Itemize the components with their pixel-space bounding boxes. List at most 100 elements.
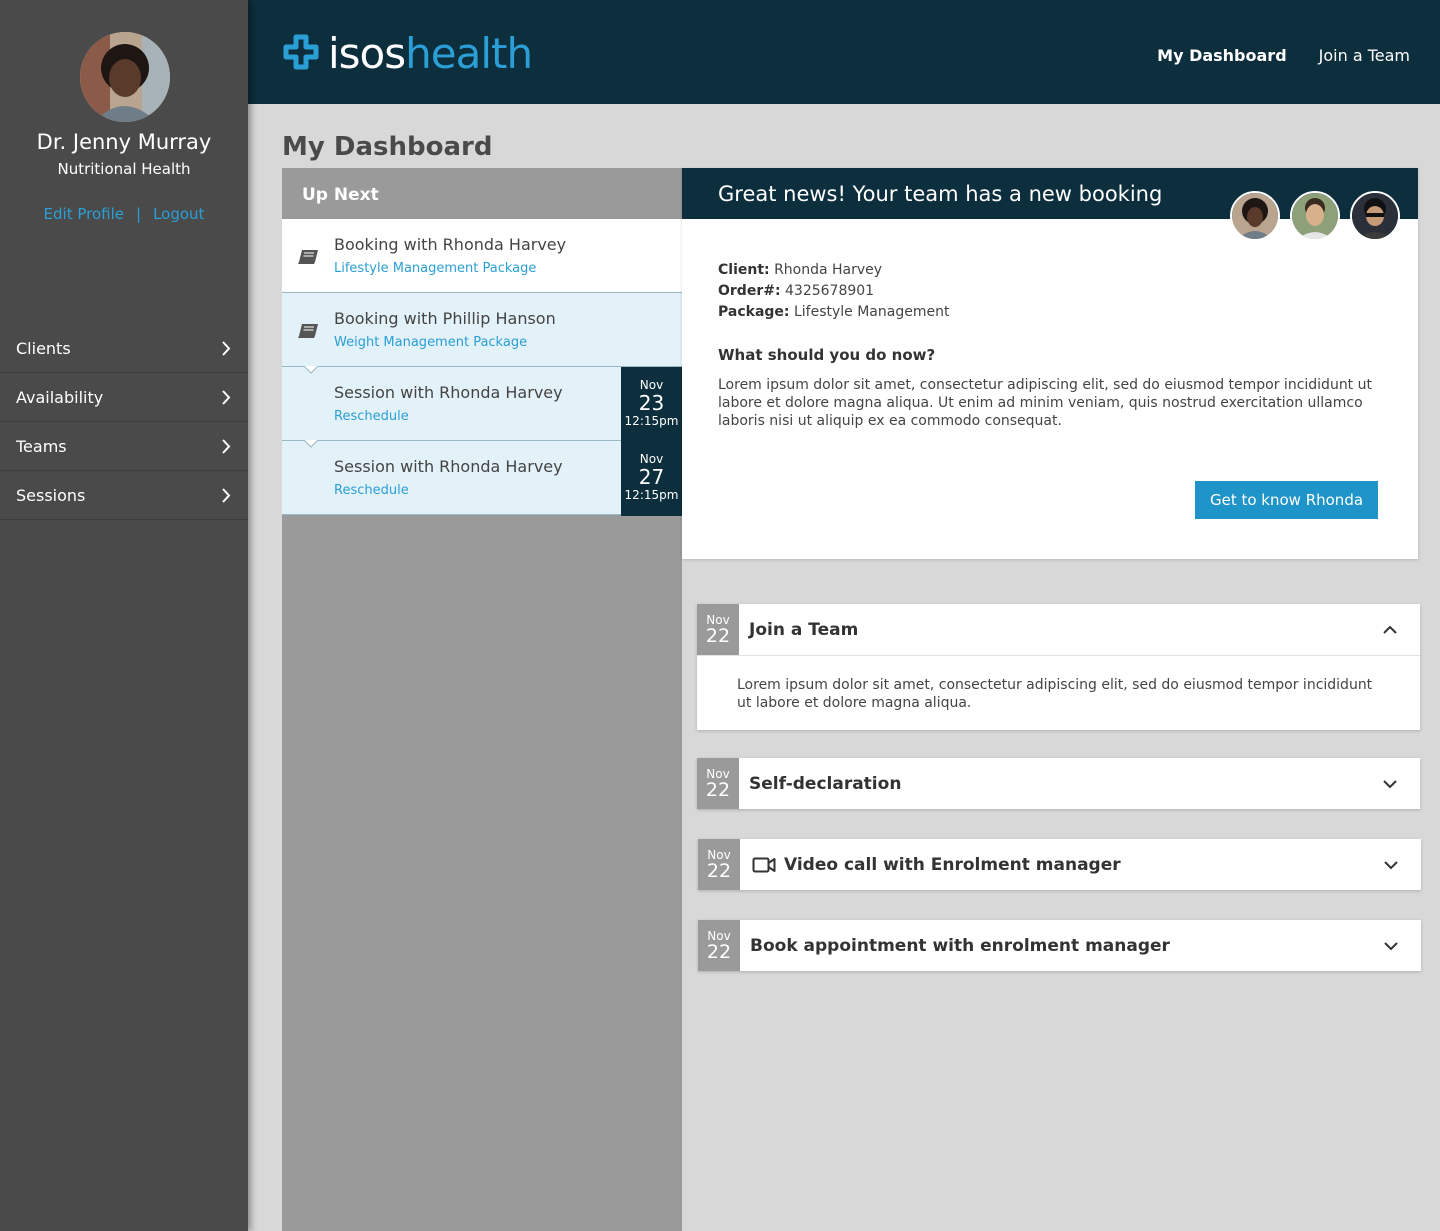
team-avatar[interactable] [1230, 191, 1280, 241]
client-label: Client: [718, 262, 770, 278]
notch-down-icon [304, 440, 318, 448]
order-row: Order#: 4325678901 [718, 281, 949, 302]
booking-details: Client: Rhonda Harvey Order#: 4325678901… [718, 260, 949, 323]
session-day: 27 [638, 465, 665, 489]
up-next-item-package[interactable]: Weight Management Package [334, 335, 527, 350]
profile-name: Dr. Jenny Murray [36, 130, 212, 154]
logo-text-health: health [405, 28, 533, 78]
logout-link[interactable]: Logout [153, 205, 204, 223]
up-next-item-title: Session with Rhonda Harvey [334, 457, 563, 476]
session-date: Nov 27 12:15pm [621, 441, 682, 516]
new-booking-card: Great news! Your team has a new booking … [682, 168, 1418, 559]
task-date: Nov 22 [698, 920, 740, 971]
task-accordion-header[interactable]: Nov 22 Book appointment with enrolment m… [698, 920, 1421, 971]
task-title: Video call with Enrolment manager [784, 855, 1121, 875]
chevron-right-icon [222, 341, 231, 356]
profile-avatar[interactable] [80, 32, 170, 122]
order-label: Order#: [718, 283, 781, 299]
up-next-item[interactable]: Booking with Phillip Hanson Weight Manag… [282, 293, 682, 367]
chevron-down-icon[interactable] [1383, 857, 1399, 873]
get-to-know-client-button[interactable]: Get to know Rhonda [1195, 481, 1378, 519]
logo-cross-icon [283, 34, 319, 70]
book-icon [298, 250, 318, 264]
chevron-right-icon [222, 390, 231, 405]
task-day: 22 [706, 860, 732, 882]
sidebar-item-label: Sessions [16, 486, 86, 505]
client-value: Rhonda Harvey [774, 262, 883, 278]
up-next-item[interactable]: Booking with Rhonda Harvey Lifestyle Man… [282, 219, 682, 293]
up-next-item-title: Session with Rhonda Harvey [334, 383, 563, 402]
profile-links: Edit Profile | Logout [0, 205, 248, 223]
up-next-item-title: Booking with Phillip Hanson [334, 309, 556, 328]
sidebar-item-label: Teams [16, 437, 67, 456]
edit-profile-link[interactable]: Edit Profile [44, 205, 124, 223]
task-accordion: Nov 22 Join a Team Lorem ipsum dolor sit… [697, 604, 1420, 730]
booking-body-text: Lorem ipsum dolor sit amet, consectetur … [718, 377, 1372, 429]
task-accordion-header[interactable]: Nov 22 Join a Team [697, 604, 1420, 655]
sidebar-item-availability[interactable]: Availability [0, 373, 248, 422]
task-day: 22 [706, 941, 732, 963]
task-body-text: Lorem ipsum dolor sit amet, consectetur … [697, 655, 1420, 730]
task-date: Nov 22 [697, 604, 739, 655]
team-avatars [1230, 191, 1400, 241]
task-title: Join a Team [749, 620, 859, 640]
session-time: 12:15pm [624, 414, 679, 428]
sidebar-item-label: Availability [16, 388, 104, 407]
task-accordion-header[interactable]: Nov 22 Video call with Enrolment manager [698, 839, 1421, 890]
package-value: Lifestyle Management [793, 304, 950, 320]
notch-down-icon [304, 366, 318, 374]
session-day: 23 [638, 391, 665, 415]
booking-question: What should you do now? [718, 346, 936, 364]
team-avatar[interactable] [1290, 191, 1340, 241]
sidebar: Dr. Jenny Murray Nutritional Health Edit… [0, 0, 248, 1231]
chevron-down-icon[interactable] [1382, 776, 1398, 792]
sidebar-item-teams[interactable]: Teams [0, 422, 248, 471]
up-next-panel: Up Next Booking with Rhonda Harvey Lifes… [282, 168, 682, 1231]
link-separator: | [136, 205, 142, 223]
profile-role: Nutritional Health [57, 160, 191, 178]
task-accordion-header[interactable]: Nov 22 Self-declaration [697, 758, 1420, 809]
session-date: Nov 23 12:15pm [621, 367, 682, 442]
chevron-up-icon[interactable] [1382, 622, 1398, 638]
up-next-header: Up Next [282, 168, 682, 219]
top-bar: isoshealth My Dashboard Join a Team [248, 0, 1440, 104]
session-time: 12:15pm [624, 488, 679, 502]
book-icon [298, 324, 318, 338]
sidebar-item-label: Clients [16, 339, 71, 358]
up-next-item[interactable]: Session with Rhonda Harvey Reschedule No… [282, 366, 682, 442]
up-next-item-title: Booking with Rhonda Harvey [334, 235, 567, 254]
up-next-item-package[interactable]: Lifestyle Management Package [334, 261, 536, 276]
package-label: Package: [718, 304, 790, 320]
task-day: 22 [705, 625, 731, 647]
session-month: Nov [639, 452, 664, 466]
task-title: Book appointment with enrolment manager [750, 936, 1170, 956]
reschedule-link[interactable]: Reschedule [334, 409, 409, 424]
sidebar-item-sessions[interactable]: Sessions [0, 471, 248, 520]
nav-my-dashboard[interactable]: My Dashboard [1157, 46, 1287, 65]
task-day: 22 [705, 779, 731, 801]
up-next-item[interactable]: Session with Rhonda Harvey Reschedule No… [282, 440, 682, 516]
task-title: Self-declaration [749, 774, 902, 794]
task-accordion: Nov 22 Book appointment with enrolment m… [698, 920, 1421, 971]
logo-text-iso: isos [328, 28, 406, 78]
chevron-down-icon[interactable] [1383, 938, 1399, 954]
page-title: My Dashboard [282, 132, 493, 162]
video-camera-icon [752, 857, 776, 873]
chevron-right-icon [222, 488, 231, 503]
isoshealth-logo[interactable]: isoshealth [282, 28, 533, 78]
task-accordion: Nov 22 Self-declaration [697, 758, 1420, 809]
sidebar-item-clients[interactable]: Clients [0, 324, 248, 373]
top-nav: My Dashboard Join a Team [1157, 46, 1410, 65]
reschedule-link[interactable]: Reschedule [334, 483, 409, 498]
task-accordion: Nov 22 Video call with Enrolment manager [698, 839, 1421, 890]
client-row: Client: Rhonda Harvey [718, 260, 949, 281]
session-month: Nov [639, 378, 664, 392]
task-date: Nov 22 [697, 758, 739, 809]
sidebar-nav: Clients Availability Teams Sessions [0, 324, 248, 520]
nav-join-a-team[interactable]: Join a Team [1319, 46, 1410, 65]
team-avatar[interactable] [1350, 191, 1400, 241]
task-date: Nov 22 [698, 839, 740, 890]
package-row: Package: Lifestyle Management [718, 302, 949, 323]
order-value: 4325678901 [785, 283, 875, 299]
chevron-right-icon [222, 439, 231, 454]
